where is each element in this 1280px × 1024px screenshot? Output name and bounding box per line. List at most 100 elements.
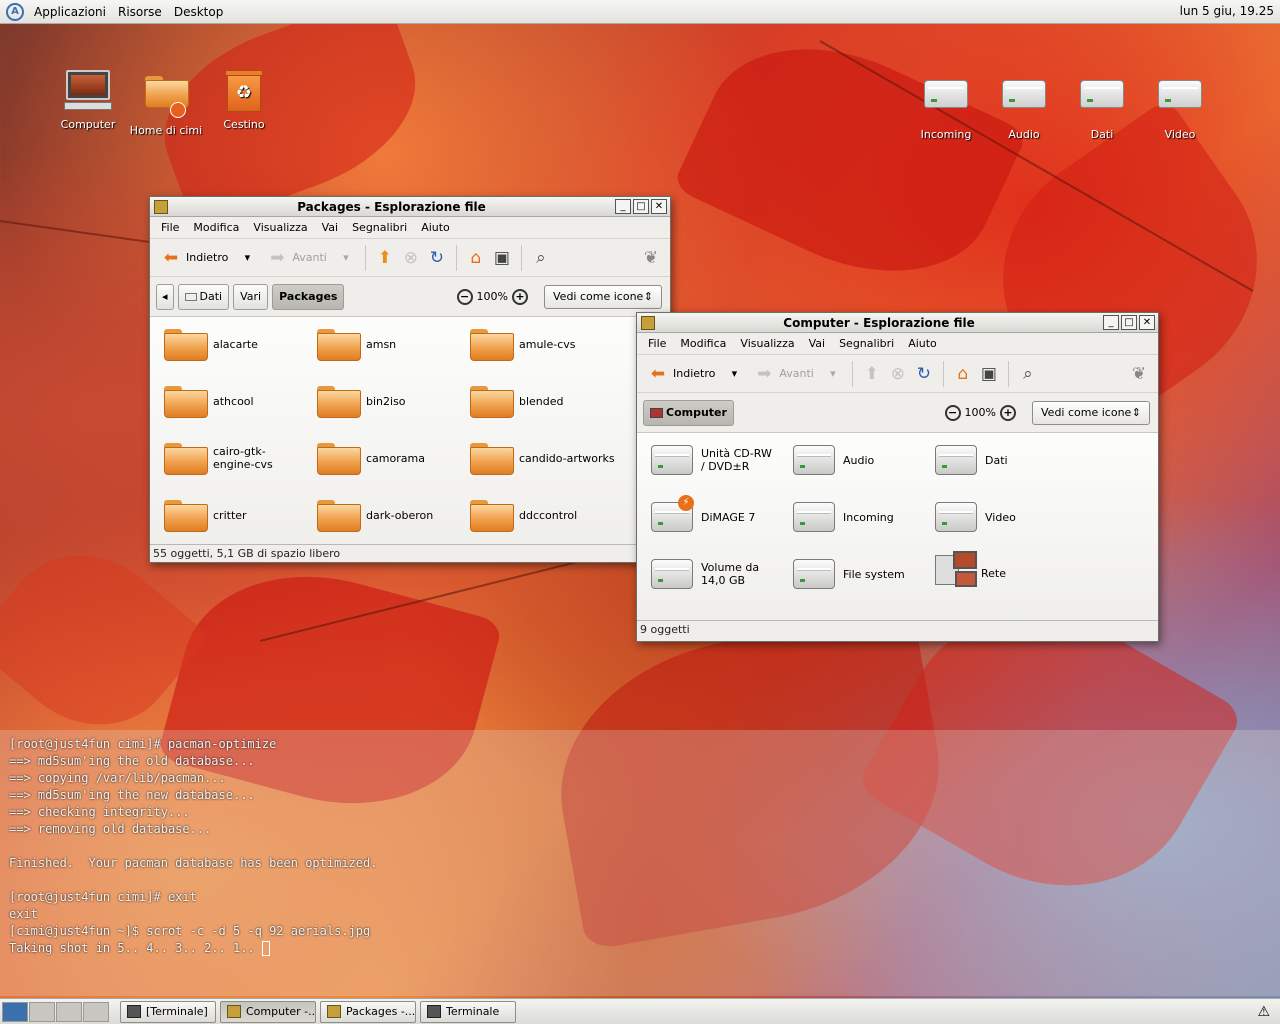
menu-desktop[interactable]: Desktop: [168, 5, 230, 19]
workspace-1[interactable]: [2, 1001, 28, 1022]
menu-visualizza[interactable]: Visualizza: [246, 221, 314, 234]
list-item[interactable]: amsn: [317, 329, 396, 361]
desktop-icon-dati[interactable]: Dati: [1062, 70, 1142, 141]
list-item[interactable]: critter: [164, 500, 247, 532]
list-item[interactable]: File system: [793, 559, 905, 589]
computer-icon[interactable]: ▣: [978, 363, 1000, 385]
list-item[interactable]: Rete: [935, 551, 1006, 595]
home-icon[interactable]: ⌂: [465, 247, 487, 269]
file-view[interactable]: Unità CD-RW / DVD±R Audio Dati ⚡ DiMAGE 7…: [637, 433, 1158, 620]
window-icon[interactable]: [154, 199, 168, 214]
packages-window[interactable]: Packages - Esplorazione file _ □ ✕ File …: [149, 196, 671, 563]
list-item[interactable]: candido-artworks: [470, 443, 615, 475]
maximize-button[interactable]: □: [633, 199, 649, 214]
search-icon[interactable]: ⌕: [1017, 363, 1039, 385]
desktop-icon-incoming[interactable]: Incoming: [906, 70, 986, 141]
workspace-3[interactable]: [56, 1001, 82, 1022]
close-button[interactable]: ✕: [651, 199, 667, 214]
menu-aiuto[interactable]: Aiuto: [901, 337, 944, 350]
task-terminale[interactable]: Terminale: [420, 1000, 516, 1023]
menu-risorse[interactable]: Risorse: [112, 5, 168, 19]
workspace-4[interactable]: [83, 1001, 109, 1022]
forward-history-dropdown[interactable]: ▾: [335, 247, 357, 269]
list-item[interactable]: Unità CD-RW / DVD±R: [651, 445, 779, 475]
menu-file[interactable]: File: [154, 221, 186, 234]
maximize-button[interactable]: □: [1121, 315, 1137, 330]
desktop-icon-audio[interactable]: Audio: [984, 70, 1064, 141]
list-item[interactable]: camorama: [317, 443, 425, 475]
forward-history-dropdown[interactable]: ▾: [822, 363, 844, 385]
titlebar[interactable]: Computer - Esplorazione file _ □ ✕: [637, 313, 1158, 333]
task-computer[interactable]: Computer -...: [220, 1000, 316, 1023]
back-history-dropdown[interactable]: ▾: [236, 247, 258, 269]
file-view[interactable]: alacarte amsn amule-cvs athcool bin2iso …: [150, 317, 670, 544]
gnome-foot-icon[interactable]: ❦: [640, 247, 662, 269]
titlebar[interactable]: Packages - Esplorazione file _ □ ✕: [150, 197, 670, 217]
gnome-foot-icon[interactable]: ❦: [1128, 363, 1150, 385]
stop-icon[interactable]: ⊗: [400, 247, 422, 269]
list-item[interactable]: ddccontrol: [470, 500, 577, 532]
workspace-2[interactable]: [29, 1001, 55, 1022]
menu-aiuto[interactable]: Aiuto: [414, 221, 457, 234]
menu-visualizza[interactable]: Visualizza: [733, 337, 801, 350]
back-history-dropdown[interactable]: ▾: [723, 363, 745, 385]
desktop-icon-home[interactable]: Home di cimi: [126, 70, 206, 137]
reload-icon[interactable]: ↻: [913, 363, 935, 385]
notification-icon[interactable]: ⚠: [1257, 1004, 1270, 1020]
view-mode-select[interactable]: Vedi come icone ⇕: [544, 284, 662, 309]
list-item[interactable]: amule-cvs: [470, 329, 576, 361]
menu-applicazioni[interactable]: Applicazioni: [28, 5, 112, 19]
up-arrow-icon[interactable]: ⬆: [861, 363, 883, 385]
list-item[interactable]: Dati: [935, 445, 1008, 475]
stop-icon[interactable]: ⊗: [887, 363, 909, 385]
zoom-out-icon[interactable]: −: [944, 404, 961, 421]
breadcrumb-scroll-left[interactable]: ◂: [156, 283, 174, 310]
menu-segnalibri[interactable]: Segnalibri: [345, 221, 414, 234]
minimize-button[interactable]: _: [1103, 315, 1119, 330]
back-button[interactable]: ⬅ Indietro: [643, 360, 719, 388]
breadcrumb-packages[interactable]: Packages: [272, 283, 345, 310]
view-mode-select[interactable]: Vedi come icone ⇕: [1032, 400, 1150, 425]
desktop-icon-video[interactable]: Video: [1140, 70, 1220, 141]
menu-vai[interactable]: Vai: [802, 337, 832, 350]
list-item[interactable]: bin2iso: [317, 386, 406, 418]
forward-button[interactable]: ➡ Avanti: [749, 360, 817, 388]
search-icon[interactable]: ⌕: [530, 247, 552, 269]
list-item[interactable]: Audio: [793, 445, 874, 475]
breadcrumb-vari[interactable]: Vari: [233, 283, 269, 310]
reload-icon[interactable]: ↻: [426, 247, 448, 269]
list-item[interactable]: dark-oberon: [317, 500, 433, 532]
list-item[interactable]: ⚡ DiMAGE 7: [651, 495, 755, 532]
desktop-icon-computer[interactable]: Computer: [48, 70, 128, 131]
list-item[interactable]: blended: [470, 386, 564, 418]
task-terminale-minimized[interactable]: [Terminale]: [120, 1000, 216, 1023]
list-item[interactable]: Volume da 14,0 GB: [651, 559, 781, 589]
list-item[interactable]: cairo-gtk-engine-cvs: [164, 443, 307, 475]
home-icon[interactable]: ⌂: [952, 363, 974, 385]
zoom-in-icon[interactable]: +: [512, 288, 528, 305]
breadcrumb-computer[interactable]: Computer: [643, 399, 734, 426]
desktop-icon-trash[interactable]: ♻ Cestino: [204, 70, 284, 131]
zoom-level[interactable]: 100%: [477, 290, 508, 303]
breadcrumb-dati[interactable]: Dati: [177, 283, 230, 310]
clock[interactable]: lun 5 giu, 19.25: [1180, 4, 1274, 18]
zoom-out-icon[interactable]: −: [456, 288, 473, 305]
forward-button[interactable]: ➡ Avanti: [262, 244, 330, 272]
minimize-button[interactable]: _: [615, 199, 631, 214]
menu-file[interactable]: File: [641, 337, 673, 350]
menu-vai[interactable]: Vai: [315, 221, 345, 234]
list-item[interactable]: Video: [935, 502, 1016, 532]
menu-segnalibri[interactable]: Segnalibri: [832, 337, 901, 350]
distro-logo-icon[interactable]: A: [6, 2, 24, 21]
zoom-level[interactable]: 100%: [965, 406, 996, 419]
list-item[interactable]: athcool: [164, 386, 254, 418]
computer-icon[interactable]: ▣: [491, 247, 513, 269]
list-item[interactable]: alacarte: [164, 329, 258, 361]
terminal[interactable]: [root@just4fun cimi]# pacman-optimize ==…: [0, 730, 1280, 996]
back-button[interactable]: ⬅ Indietro: [156, 244, 232, 272]
close-button[interactable]: ✕: [1139, 315, 1155, 330]
zoom-in-icon[interactable]: +: [1000, 404, 1016, 421]
menu-modifica[interactable]: Modifica: [673, 337, 733, 350]
up-arrow-icon[interactable]: ⬆: [374, 247, 396, 269]
list-item[interactable]: Incoming: [793, 502, 894, 532]
